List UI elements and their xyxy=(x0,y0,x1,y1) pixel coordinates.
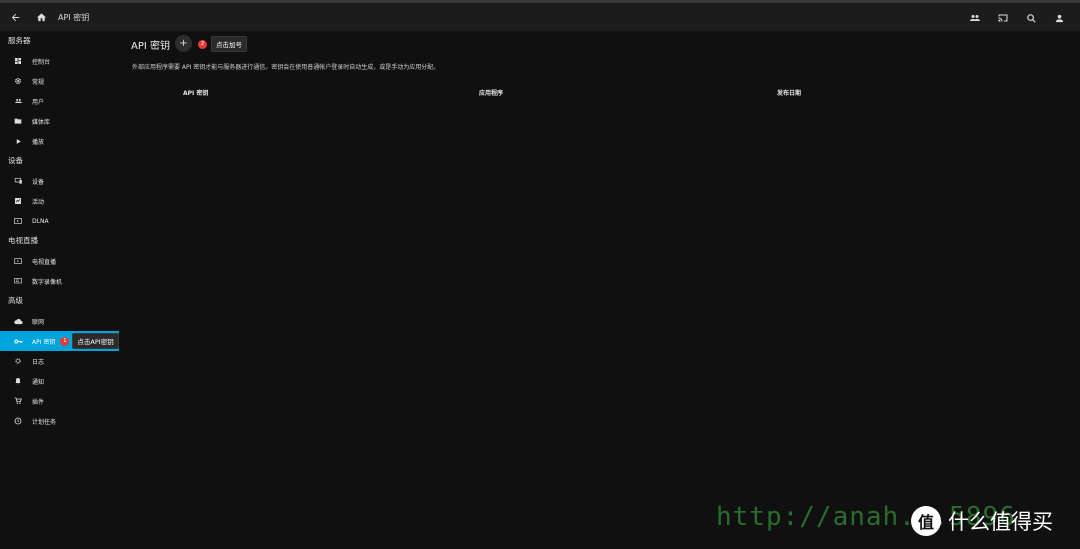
clock-icon xyxy=(13,416,23,426)
users-group-icon[interactable] xyxy=(964,7,986,29)
activity-icon xyxy=(13,196,23,206)
sidebar-item-logs[interactable]: 日志 xyxy=(0,351,120,371)
sidebar-item-dvr[interactable]: 数字录像机 xyxy=(0,271,120,291)
bell-icon xyxy=(13,376,23,386)
add-hint: 2 点击加号 xyxy=(198,36,247,52)
sidebar-item-scheduled-tasks[interactable]: 计划任务 xyxy=(0,411,120,431)
step-badge-1: 1 xyxy=(60,336,70,346)
cloud-icon xyxy=(13,316,23,326)
column-header-api-key: API 密钥 xyxy=(183,90,209,97)
sidebar-item-plugins[interactable]: 插件 xyxy=(0,391,120,411)
api-key-description: 外部应用程序需要 API 密钥才能与服务器进行通信。密钥会在使用普通帐户登录时自… xyxy=(132,64,440,71)
sidebar-item-networking[interactable]: 联网 xyxy=(0,311,120,331)
smzdm-logo: 值 什么值得买 xyxy=(911,506,1053,536)
home-icon[interactable] xyxy=(30,6,52,28)
users-icon xyxy=(13,96,23,106)
play-icon xyxy=(13,136,23,146)
dlna-icon xyxy=(13,216,23,226)
sidebar-section-devices: 设备 xyxy=(8,156,23,165)
click-plus-tooltip: 点击加号 xyxy=(211,36,247,52)
logo-circle-icon: 值 xyxy=(911,506,941,536)
sidebar-section-advanced: 高级 xyxy=(8,296,23,305)
click-api-key-tooltip: 点击API密钥 xyxy=(72,333,119,349)
sidebar-item-notifications[interactable]: 通知 xyxy=(0,371,120,391)
dvr-icon xyxy=(13,276,23,286)
sidebar-item-playback[interactable]: 播放 xyxy=(0,131,120,151)
main-content: API 密钥 + 2 点击加号 外部应用程序需要 API 密钥才能与服务器进行通… xyxy=(120,31,1080,549)
sidebar-item-livetv[interactable]: 电视直播 xyxy=(0,251,120,271)
sidebar-section-server: 服务器 xyxy=(8,36,31,45)
logo-text: 什么值得买 xyxy=(948,510,1053,534)
sidebar-item-api-keys[interactable]: API 密钥 1 点击API密钥 xyxy=(0,331,119,351)
sidebar-item-dlna[interactable]: DLNA xyxy=(0,211,120,231)
page-title: API 密钥 xyxy=(131,41,170,52)
cart-icon xyxy=(13,396,23,406)
folder-icon xyxy=(13,116,23,126)
sidebar-item-library[interactable]: 媒体库 xyxy=(0,111,120,131)
sidebar-item-activity[interactable]: 活动 xyxy=(0,191,120,211)
devices-icon xyxy=(13,176,23,186)
log-icon xyxy=(13,356,23,366)
live-tv-icon xyxy=(13,256,23,266)
search-icon[interactable] xyxy=(1020,7,1042,29)
cast-icon[interactable] xyxy=(992,7,1014,29)
page-header-title: API 密钥 xyxy=(58,12,90,22)
dashboard-icon xyxy=(13,56,23,66)
sidebar-item-users[interactable]: 用户 xyxy=(0,91,120,111)
sidebar-section-livetv: 电视直播 xyxy=(8,236,38,245)
back-arrow-icon[interactable] xyxy=(4,6,26,28)
sidebar-item-general[interactable]: 常规 xyxy=(0,71,120,91)
sidebar-item-dashboard[interactable]: 控制台 xyxy=(0,51,120,71)
sidebar-item-devices[interactable]: 设备 xyxy=(0,171,120,191)
column-header-application: 应用程序 xyxy=(479,90,504,97)
column-header-date-issued: 发布日期 xyxy=(777,90,802,97)
key-icon xyxy=(13,336,23,346)
top-bar: API 密钥 xyxy=(0,0,1080,31)
sidebar: 服务器 控制台 常规 用户 媒体库 播放 设备 设备 活动 DLNA 电视直播 … xyxy=(0,31,120,549)
add-api-key-button[interactable]: + xyxy=(175,35,192,52)
user-account-icon[interactable] xyxy=(1048,7,1070,29)
step-badge-2: 2 xyxy=(198,39,207,49)
settings-icon xyxy=(13,76,23,86)
